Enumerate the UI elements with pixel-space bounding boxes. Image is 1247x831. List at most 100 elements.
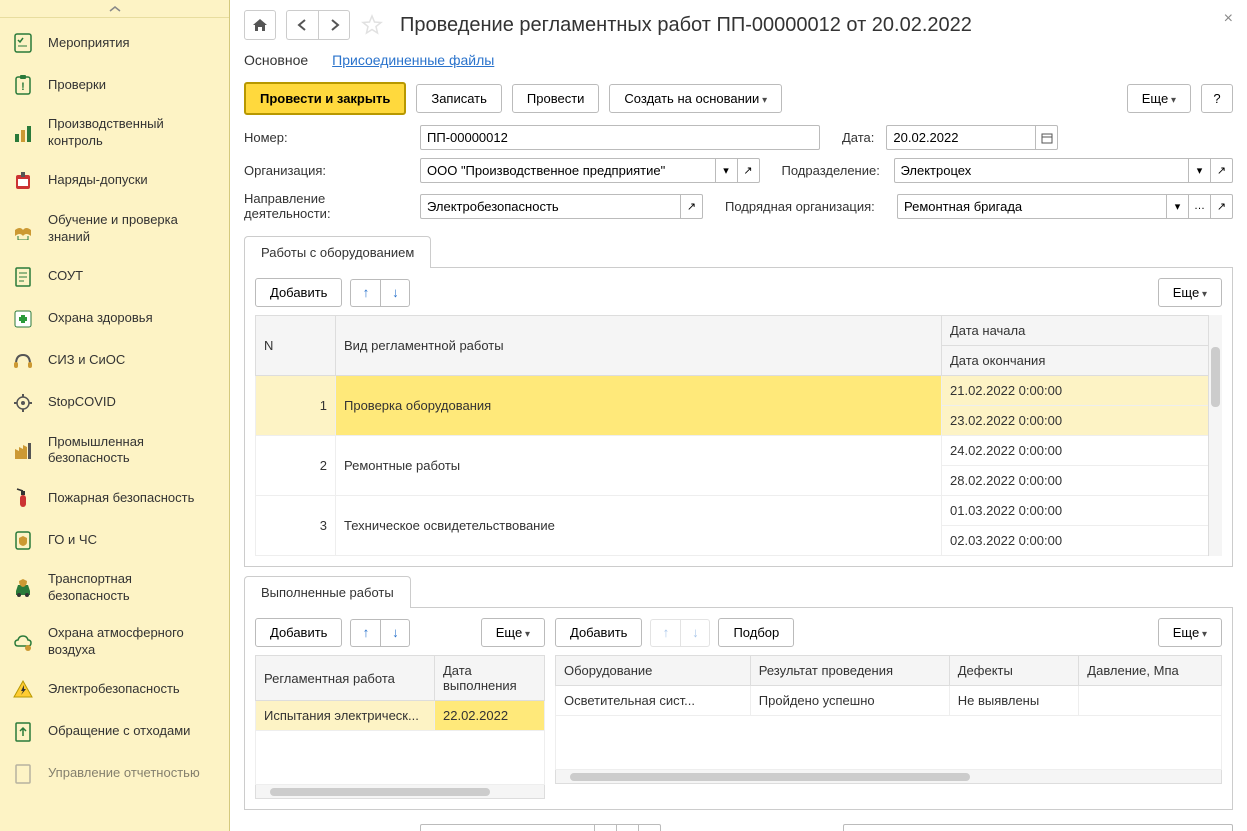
virus-icon	[12, 392, 34, 414]
activity-input[interactable]	[420, 194, 681, 219]
close-button[interactable]: ×	[1224, 10, 1233, 28]
sidebar-item-label: Обучение и проверка знаний	[48, 212, 217, 246]
extinguisher-icon	[12, 487, 34, 509]
done-more-button[interactable]: Еще	[481, 618, 545, 647]
left-hscroll[interactable]	[255, 785, 545, 799]
open-icon[interactable]: ↗	[738, 158, 760, 183]
add-work-button[interactable]: Добавить	[255, 278, 342, 307]
open-icon[interactable]: ↗	[1211, 194, 1233, 219]
calendar-icon[interactable]	[1036, 125, 1058, 150]
sidebar-item-health[interactable]: Охрана здоровья	[0, 298, 229, 340]
works-table[interactable]: N Вид регламентной работы Дата начала Да…	[255, 315, 1222, 556]
date-input[interactable]	[886, 125, 1036, 150]
doc-lines-icon	[12, 266, 34, 288]
sidebar-item-label: СИЗ и СиОС	[48, 352, 125, 369]
sidebar-collapse-toggle[interactable]	[0, 0, 229, 18]
tab-attachments[interactable]: Присоединенные файлы	[332, 52, 494, 68]
col-n: N	[256, 316, 336, 376]
dropdown-icon[interactable]: ▾	[716, 158, 738, 183]
move-down-button[interactable]: ↓	[380, 619, 410, 647]
position-input[interactable]	[843, 824, 1233, 831]
sidebar-item-reporting[interactable]: Управление отчетностью	[0, 753, 229, 795]
works-scrollbar[interactable]	[1208, 315, 1222, 556]
sidebar-item-ppe[interactable]: СИЗ и СиОС	[0, 340, 229, 382]
favorite-star-icon[interactable]	[360, 13, 384, 37]
forward-button[interactable]	[318, 10, 350, 40]
open-icon[interactable]: ↗	[681, 194, 703, 219]
sidebar-item-air[interactable]: Охрана атмосферного воздуха	[0, 615, 229, 669]
org-label: Организация:	[244, 163, 414, 178]
done-left-table[interactable]: Регламентная работа Дата выполнения Испы…	[255, 655, 545, 785]
done-right-table[interactable]: Оборудование Результат проведения Дефект…	[555, 655, 1222, 770]
sidebar-item-electrical[interactable]: Электробезопасность	[0, 669, 229, 711]
sidebar-item-stopcovid[interactable]: StopCOVID	[0, 382, 229, 424]
save-button[interactable]: Записать	[416, 84, 502, 113]
sidebar-item-training[interactable]: Обучение и проверка знаний	[0, 202, 229, 256]
back-button[interactable]	[286, 10, 318, 40]
table-row[interactable]: 1 Проверка оборудования 21.02.2022 0:00:…	[256, 376, 1222, 406]
move-up-button[interactable]: ↑	[650, 619, 680, 647]
sidebar-item-transport[interactable]: Транспортная безопасность	[0, 561, 229, 615]
col-pressure: Давление, Mпа	[1079, 656, 1222, 686]
factory-icon	[12, 439, 34, 461]
contractor-input[interactable]	[897, 194, 1167, 219]
sidebar-item-label: Охрана здоровья	[48, 310, 153, 327]
sidebar-item-inspections[interactable]: ! Проверки	[0, 64, 229, 106]
move-up-button[interactable]: ↑	[350, 279, 380, 307]
post-button[interactable]: Провести	[512, 84, 600, 113]
table-row[interactable]: Испытания электрическ... 22.02.2022	[256, 701, 545, 731]
open-icon[interactable]: ↗	[639, 824, 661, 831]
sidebar-item-label: Пожарная безопасность	[48, 490, 194, 507]
footer-row: Ответственный: ▾ … ↗ Должность (професси…	[230, 810, 1247, 831]
create-based-button[interactable]: Создать на основании	[609, 84, 782, 113]
sidebar-item-label: StopCOVID	[48, 394, 116, 411]
table-row[interactable]: Осветительная сист... Пройдено успешно Н…	[556, 686, 1222, 716]
right-hscroll[interactable]	[555, 770, 1222, 784]
sidebar-item-waste[interactable]: Обращение с отходами	[0, 711, 229, 753]
equip-more-button[interactable]: Еще	[1158, 618, 1222, 647]
help-button[interactable]: ?	[1201, 84, 1233, 113]
hand-book-icon	[12, 218, 34, 240]
responsible-input[interactable]	[420, 824, 595, 831]
number-label: Номер:	[244, 130, 414, 145]
sidebar-item-industrial[interactable]: Промышленная безопасность	[0, 424, 229, 478]
post-and-close-button[interactable]: Провести и закрыть	[244, 82, 406, 115]
done-tab[interactable]: Выполненные работы	[244, 576, 411, 608]
move-down-button[interactable]: ↓	[380, 279, 410, 307]
sidebar-item-label: Транспортная безопасность	[48, 571, 217, 605]
org-input[interactable]	[420, 158, 716, 183]
sidebar-item-prodcontrol[interactable]: Производственный контроль	[0, 106, 229, 160]
table-row[interactable]: 2 Ремонтные работы 24.02.2022 0:00:00	[256, 436, 1222, 466]
number-input[interactable]	[420, 125, 820, 150]
select-button[interactable]: Подбор	[718, 618, 794, 647]
sidebar-item-sout[interactable]: СОУТ	[0, 256, 229, 298]
sidebar-item-events[interactable]: Мероприятия	[0, 22, 229, 64]
sidebar-item-label: Наряды-допуски	[48, 172, 148, 189]
ellipsis-icon[interactable]: …	[617, 824, 639, 831]
add-equip-button[interactable]: Добавить	[555, 618, 642, 647]
col-start: Дата начала	[942, 316, 1222, 346]
more-button[interactable]: Еще	[1127, 84, 1191, 113]
add-done-button[interactable]: Добавить	[255, 618, 342, 647]
sidebar-item-label: Мероприятия	[48, 35, 130, 52]
tab-main[interactable]: Основное	[244, 52, 308, 68]
sidebar-item-label: Охрана атмосферного воздуха	[48, 625, 217, 659]
sidebar-item-fire[interactable]: Пожарная безопасность	[0, 477, 229, 519]
dropdown-icon[interactable]: ▾	[1189, 158, 1211, 183]
home-button[interactable]	[244, 10, 276, 40]
toolbar: Провести и закрыть Записать Провести Соз…	[230, 78, 1247, 125]
move-up-button[interactable]: ↑	[350, 619, 380, 647]
ellipsis-icon[interactable]: …	[1189, 194, 1211, 219]
cloud-icon	[12, 631, 34, 653]
page-title: Проведение регламентных работ ПП-0000001…	[400, 14, 972, 37]
sidebar-item-emergency[interactable]: ГО и ЧС	[0, 519, 229, 561]
open-icon[interactable]: ↗	[1211, 158, 1233, 183]
dept-input[interactable]	[894, 158, 1190, 183]
table-row[interactable]: 3 Техническое освидетельствование 01.03.…	[256, 496, 1222, 526]
move-down-button[interactable]: ↓	[680, 619, 710, 647]
dropdown-icon[interactable]: ▾	[1167, 194, 1189, 219]
works-tab[interactable]: Работы с оборудованием	[244, 236, 431, 268]
dropdown-icon[interactable]: ▾	[595, 824, 617, 831]
works-more-button[interactable]: Еще	[1158, 278, 1222, 307]
sidebar-item-permits[interactable]: Наряды-допуски	[0, 160, 229, 202]
